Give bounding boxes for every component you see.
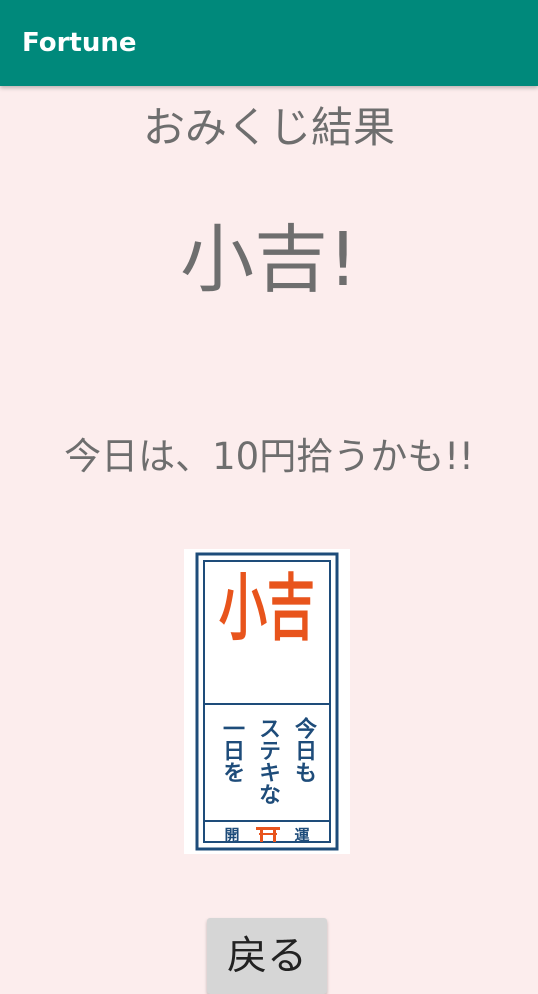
omikuji-image: 小吉 今日も ステキな 一日を 開 運 — [184, 549, 350, 854]
app-bar: Fortune — [0, 0, 538, 86]
omikuji-line-2: ステキな — [255, 717, 281, 805]
omikuji-big-char-1: 小吉 — [219, 566, 315, 650]
omikuji-footer-right: 運 — [294, 826, 310, 844]
omikuji-footer-left: 開 — [224, 826, 239, 844]
fortune-result: 小吉! — [180, 217, 358, 303]
result-heading: おみくじ結果 — [142, 103, 395, 152]
back-button[interactable]: 戻る — [207, 918, 327, 994]
omikuji-line-1: 今日も — [291, 716, 317, 783]
fortune-message: 今日は、10円拾うかも!! — [64, 435, 474, 478]
app-title: Fortune — [22, 28, 137, 58]
omikuji-line-3: 一日を — [219, 717, 245, 783]
omikuji-illustration: 小吉 今日も ステキな 一日を 開 運 — [195, 552, 339, 851]
